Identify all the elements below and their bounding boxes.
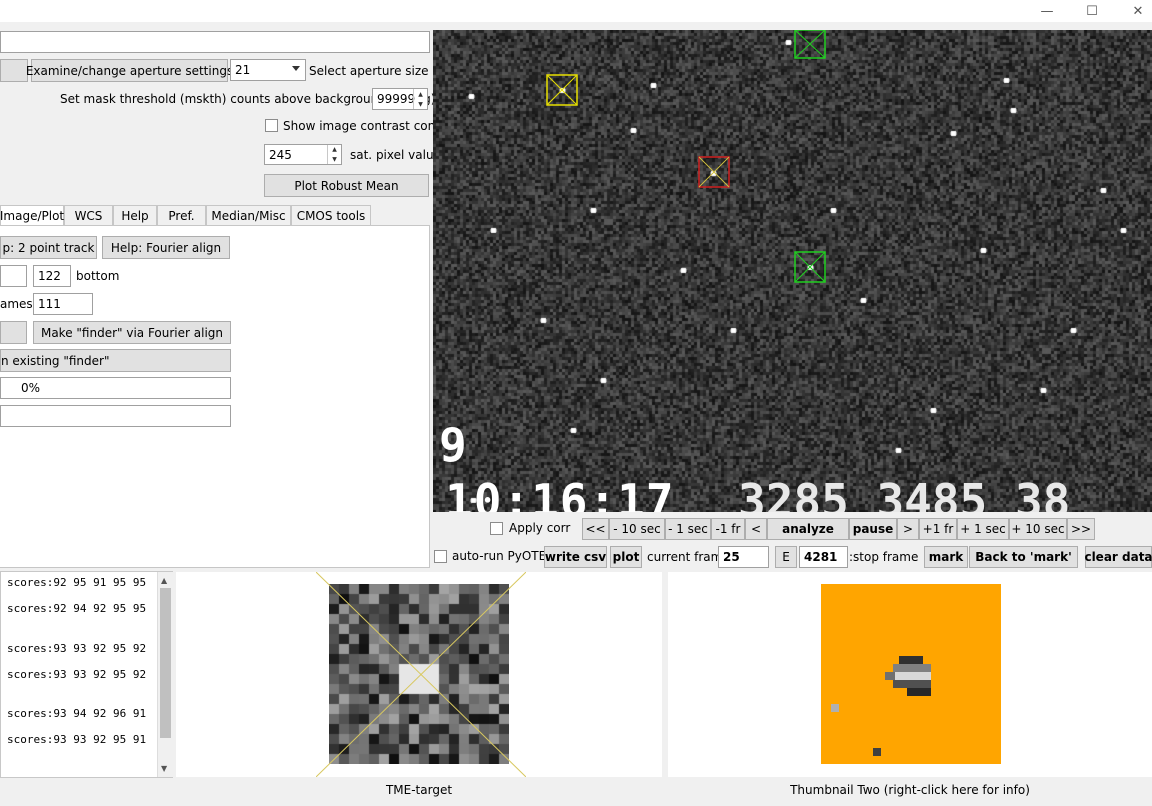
use-existing-finder-button[interactable]: n existing "finder" — [0, 349, 231, 372]
left-field[interactable] — [0, 265, 27, 287]
play-backward-button[interactable]: < — [745, 518, 767, 540]
bottom-label: bottom — [76, 269, 120, 283]
sat-pixel-value: 245 — [269, 147, 292, 162]
thumbnail-two-panel[interactable] — [668, 572, 1152, 777]
e-button[interactable]: E — [775, 546, 797, 568]
help-fourier-align-button[interactable]: Help: Fourier align — [102, 236, 230, 259]
thumbnail-two-image — [821, 584, 1001, 764]
apply-corr-label: Apply corr — [509, 521, 571, 535]
green-aperture-top-icon[interactable] — [794, 30, 826, 59]
score-line: scores:93 93 92 95 92 — [7, 668, 147, 681]
path-field[interactable] — [0, 31, 430, 53]
forward-1-sec-button[interactable]: + 1 sec — [957, 518, 1009, 540]
thumbnail-cross-icon — [316, 572, 526, 777]
tab-cmos-tools[interactable]: CMOS tools — [291, 205, 371, 226]
scroll-down-icon[interactable]: ▼ — [161, 764, 167, 773]
frames-label: ames: — [0, 297, 37, 311]
score-line: scores:93 93 92 95 92 — [7, 642, 147, 655]
tab-wcs[interactable]: WCS — [64, 205, 113, 226]
forward-10-sec-button[interactable]: + 10 sec — [1009, 518, 1067, 540]
spin-arrows-icon[interactable]: ▲ ▼ — [327, 145, 341, 164]
maximize-button[interactable]: ☐ — [1069, 0, 1115, 22]
mask-threshold-value: 99999 — [377, 92, 416, 106]
forward-to-end-button[interactable]: >> — [1067, 518, 1095, 540]
pause-button[interactable]: pause — [849, 518, 897, 540]
score-line: scores:93 93 92 95 91 — [7, 733, 147, 746]
spin-arrows-icon[interactable]: ▲ ▼ — [413, 89, 427, 109]
contrast-checkbox[interactable] — [265, 119, 278, 132]
scroll-up-icon[interactable]: ▲ — [161, 576, 167, 585]
forward-1-frame-button[interactable]: +1 fr — [919, 518, 957, 540]
plot-button[interactable]: plot — [610, 546, 642, 568]
stop-frame-label: :stop frame — [849, 550, 919, 564]
score-line: scores:93 94 92 96 91 — [7, 707, 147, 720]
left-cut-button[interactable] — [0, 321, 27, 344]
status-field — [0, 405, 231, 427]
thumbnail-one-caption: TME-target — [385, 783, 453, 797]
back-1-frame-button[interactable]: -1 fr — [711, 518, 745, 540]
sat-pixel-label: sat. pixel value — [350, 147, 441, 162]
help-2-point-track-button[interactable]: p: 2 point track — [0, 236, 97, 259]
thumbnail-one-panel[interactable] — [176, 572, 662, 777]
analyze-button[interactable]: analyze — [767, 518, 849, 540]
scores-log[interactable]: scores:92 95 91 95 95 scores:92 94 92 95… — [0, 571, 173, 778]
image-viewer[interactable]: 9 10:16:17 3285 3485 38 — [433, 30, 1152, 512]
mask-threshold-spinbox[interactable]: 99999 ▲ ▼ — [372, 88, 428, 110]
mask-dot — [831, 704, 839, 712]
aperture-size-label: Select aperture size — [309, 63, 429, 78]
score-line: scores:92 94 92 95 95 — [7, 602, 147, 615]
write-csv-button[interactable]: write csv — [544, 546, 607, 568]
green-aperture-icon[interactable] — [794, 251, 826, 283]
tab-help[interactable]: Help — [113, 205, 157, 226]
mask-dot — [873, 748, 881, 756]
minimize-button[interactable]: — — [1024, 0, 1070, 22]
red-aperture-icon[interactable] — [698, 156, 730, 188]
progress-bar: 0% — [0, 377, 231, 399]
stop-frame-field[interactable]: 4281 — [799, 546, 848, 568]
aperture-size-value: 21 — [235, 63, 251, 77]
auto-run-pyote-label: auto-run PyOTE — [452, 549, 547, 563]
title-bar: — ☐ ✕ — [0, 0, 1152, 22]
bottom-field[interactable]: 122 — [33, 265, 71, 287]
score-line: scores:92 95 91 95 95 — [7, 576, 147, 589]
sat-pixel-spinbox[interactable]: 245 ▲ ▼ — [264, 144, 342, 165]
overlay-digit: 9 — [439, 418, 467, 472]
tab-pref[interactable]: Pref. — [157, 205, 206, 226]
mask-shape — [885, 656, 933, 698]
back-to-start-button[interactable]: << — [582, 518, 609, 540]
auto-run-pyote-checkbox[interactable] — [434, 550, 447, 563]
current-frame-field[interactable]: 25 — [718, 546, 769, 568]
scrollbar-thumb[interactable] — [160, 588, 171, 738]
back-10-sec-button[interactable]: - 10 sec — [609, 518, 665, 540]
mark-button[interactable]: mark — [924, 546, 968, 568]
plot-robust-mean-button[interactable]: Plot Robust Mean — [264, 174, 429, 197]
left-cut-button[interactable] — [0, 59, 28, 82]
tab-median-misc[interactable]: Median/Misc — [206, 205, 291, 226]
back-1-sec-button[interactable]: - 1 sec — [665, 518, 711, 540]
frames-field[interactable]: 111 — [33, 293, 93, 315]
play-forward-button[interactable]: > — [897, 518, 919, 540]
yellow-aperture-icon[interactable] — [546, 74, 578, 106]
overlay-frame-numbers: 3285 3485 38 — [738, 474, 1071, 512]
scrollbar[interactable]: ▲ ▼ — [157, 572, 173, 777]
examine-aperture-button[interactable]: Examine/change aperture settings — [26, 59, 233, 82]
chevron-down-icon — [292, 66, 300, 71]
back-to-mark-button[interactable]: Back to 'mark' — [969, 546, 1078, 568]
aperture-overlay — [546, 30, 826, 283]
aperture-size-select[interactable]: 21 — [230, 59, 306, 81]
make-finder-button[interactable]: Make "finder" via Fourier align — [33, 321, 231, 344]
clear-data-button[interactable]: clear data — [1084, 546, 1152, 568]
tab-image-plot[interactable]: Image/Plot — [0, 205, 64, 226]
overlay-timestamp: 10:16:17 — [445, 474, 675, 512]
thumbnail-two-caption: Thumbnail Two (right-click here for info… — [790, 783, 1030, 797]
contrast-label: Show image contrast control — [283, 119, 456, 133]
apply-corr-checkbox[interactable] — [490, 522, 503, 535]
close-button[interactable]: ✕ — [1115, 0, 1152, 22]
